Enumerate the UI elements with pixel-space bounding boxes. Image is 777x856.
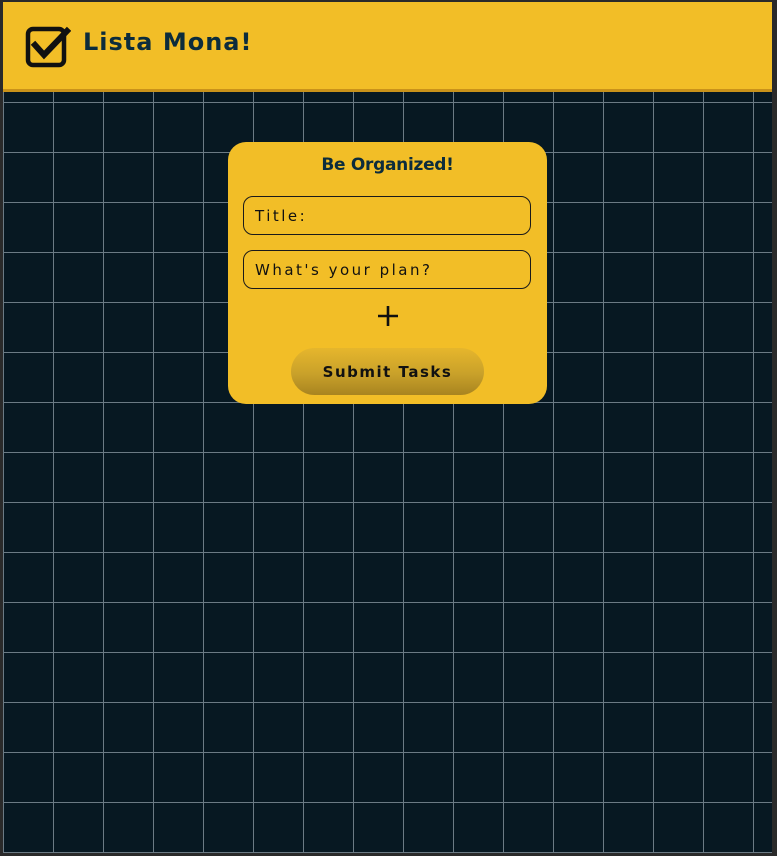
- plan-input[interactable]: [243, 250, 531, 289]
- app-header: Lista Mona!: [3, 2, 772, 92]
- app-window: Lista Mona! Be Organized! Submit Tasks: [3, 2, 772, 853]
- checkbox-checked-icon: [25, 24, 72, 70]
- form-heading: Be Organized!: [321, 155, 454, 175]
- app-title: Lista Mona!: [83, 28, 253, 56]
- add-task-button[interactable]: [372, 300, 404, 332]
- title-input[interactable]: [243, 196, 531, 235]
- plus-icon: [372, 306, 404, 335]
- submit-tasks-button[interactable]: Submit Tasks: [291, 348, 484, 395]
- task-form-card: Be Organized! Submit Tasks: [228, 142, 547, 404]
